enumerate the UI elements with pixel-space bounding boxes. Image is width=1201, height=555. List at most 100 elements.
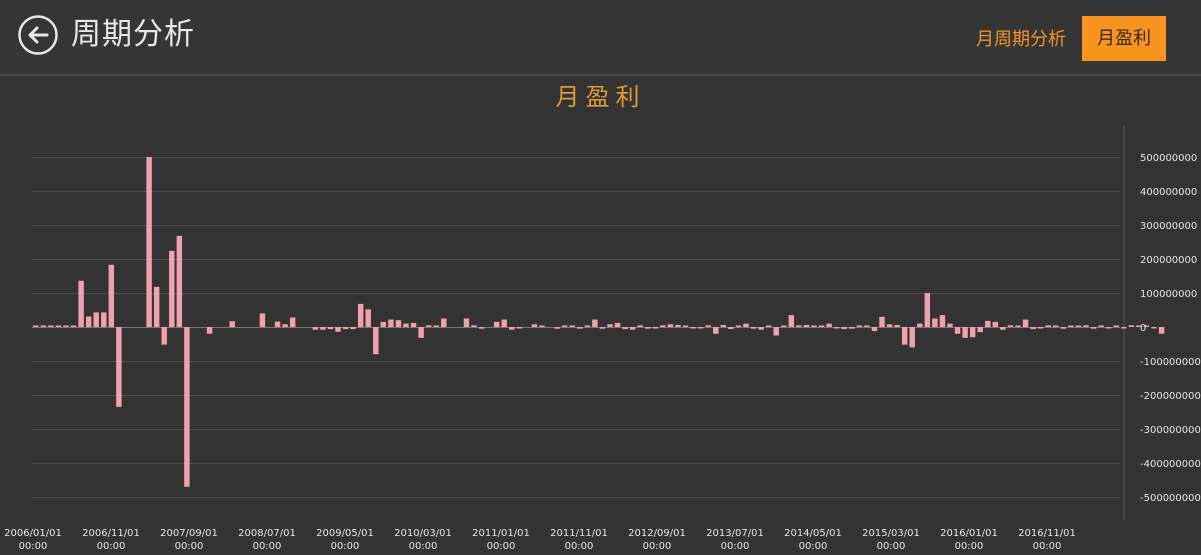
bar	[796, 325, 802, 327]
bar	[1068, 325, 1074, 327]
bar	[493, 321, 500, 327]
bar	[229, 321, 235, 327]
bar	[614, 322, 621, 327]
bar	[909, 327, 915, 348]
bar	[554, 327, 560, 329]
bar	[350, 327, 356, 330]
bar	[947, 323, 953, 327]
bar	[108, 264, 115, 327]
bar	[1037, 327, 1044, 329]
x-tick-date: 2011/11/01	[550, 528, 608, 539]
x-tick-date: 2014/05/01	[784, 528, 842, 539]
bar	[765, 325, 772, 327]
bar	[509, 327, 515, 330]
bar	[629, 327, 636, 330]
y-tick-label: 400000000	[1140, 187, 1197, 198]
bar	[146, 157, 152, 327]
bar	[388, 319, 394, 327]
y-tick-label: 0	[1140, 323, 1146, 334]
x-tick-time: 00:00	[331, 541, 360, 552]
bar	[894, 324, 900, 327]
x-tick-date: 2011/01/01	[472, 528, 530, 539]
bar	[728, 327, 734, 330]
x-tick-time: 00:00	[253, 541, 282, 552]
bar	[856, 325, 863, 327]
y-tick-label: 500000000	[1140, 153, 1197, 164]
x-tick-date: 2016/11/01	[1018, 528, 1076, 539]
y-tick-label: 200000000	[1140, 255, 1197, 266]
x-tick-time: 00:00	[643, 541, 672, 552]
bar	[1151, 327, 1157, 329]
bar	[660, 325, 666, 327]
bar	[259, 313, 266, 327]
bar	[561, 325, 568, 327]
bar	[289, 317, 296, 327]
x-tick-date: 2012/09/01	[628, 528, 686, 539]
bar	[373, 327, 379, 355]
bar	[954, 327, 961, 334]
bar	[327, 327, 334, 330]
bar	[531, 324, 538, 327]
bar	[864, 325, 870, 327]
bar	[622, 327, 628, 330]
bar	[425, 325, 432, 327]
bar	[70, 325, 77, 327]
bar	[962, 327, 968, 338]
bar	[55, 325, 62, 327]
x-tick-time: 00:00	[1033, 541, 1062, 552]
bar	[826, 323, 832, 327]
bar	[184, 327, 190, 487]
bar	[282, 324, 288, 327]
bar	[320, 327, 326, 330]
bar	[1090, 327, 1097, 329]
bar	[599, 327, 606, 329]
bar	[1022, 319, 1029, 327]
bar	[441, 318, 447, 327]
x-tick-date: 2006/01/01	[4, 528, 62, 539]
bar	[977, 327, 983, 333]
bar	[886, 324, 893, 327]
x-tick-date: 2006/11/01	[82, 528, 140, 539]
x-tick-date: 2009/05/01	[316, 528, 374, 539]
x-tick-date: 2007/09/01	[160, 528, 218, 539]
bar	[750, 327, 757, 329]
x-tick-time: 00:00	[955, 541, 984, 552]
x-tick-time: 00:00	[97, 541, 126, 552]
bar	[1121, 327, 1127, 329]
bar	[40, 325, 47, 327]
bar	[206, 327, 213, 334]
monthly-profit-chart: 500000000 400000000 300000000 200000000 1000…	[4, 125, 1201, 552]
y-tick-label: 100000000	[1140, 289, 1197, 300]
bar	[758, 327, 764, 330]
bar	[818, 325, 825, 327]
x-tick-date: 2008/07/01	[238, 528, 296, 539]
bar	[675, 324, 681, 327]
bar	[380, 321, 387, 327]
bar	[985, 320, 991, 327]
bar	[48, 325, 54, 327]
bar	[274, 321, 281, 327]
bar	[176, 235, 183, 327]
bar	[1083, 325, 1089, 327]
bar	[803, 324, 810, 327]
bar	[577, 327, 583, 329]
y-tick-label: -400000000	[1140, 459, 1201, 470]
x-tick-time: 00:00	[19, 541, 48, 552]
bar	[1000, 327, 1006, 330]
y-tick-label: 300000000	[1140, 221, 1197, 232]
y-tick-label: -500000000	[1140, 493, 1201, 504]
bar	[932, 318, 938, 327]
bar	[871, 327, 878, 332]
bar	[788, 315, 795, 327]
x-tick-time: 00:00	[721, 541, 750, 552]
bar	[735, 325, 742, 327]
bar	[1113, 325, 1119, 327]
bar	[93, 312, 99, 327]
y-tick-label: -100000000	[1140, 357, 1201, 368]
bar	[1075, 325, 1082, 327]
bar	[78, 280, 84, 327]
bar	[1007, 325, 1014, 327]
bar	[584, 325, 591, 327]
x-tick-time: 00:00	[565, 541, 594, 552]
bar	[312, 327, 319, 330]
